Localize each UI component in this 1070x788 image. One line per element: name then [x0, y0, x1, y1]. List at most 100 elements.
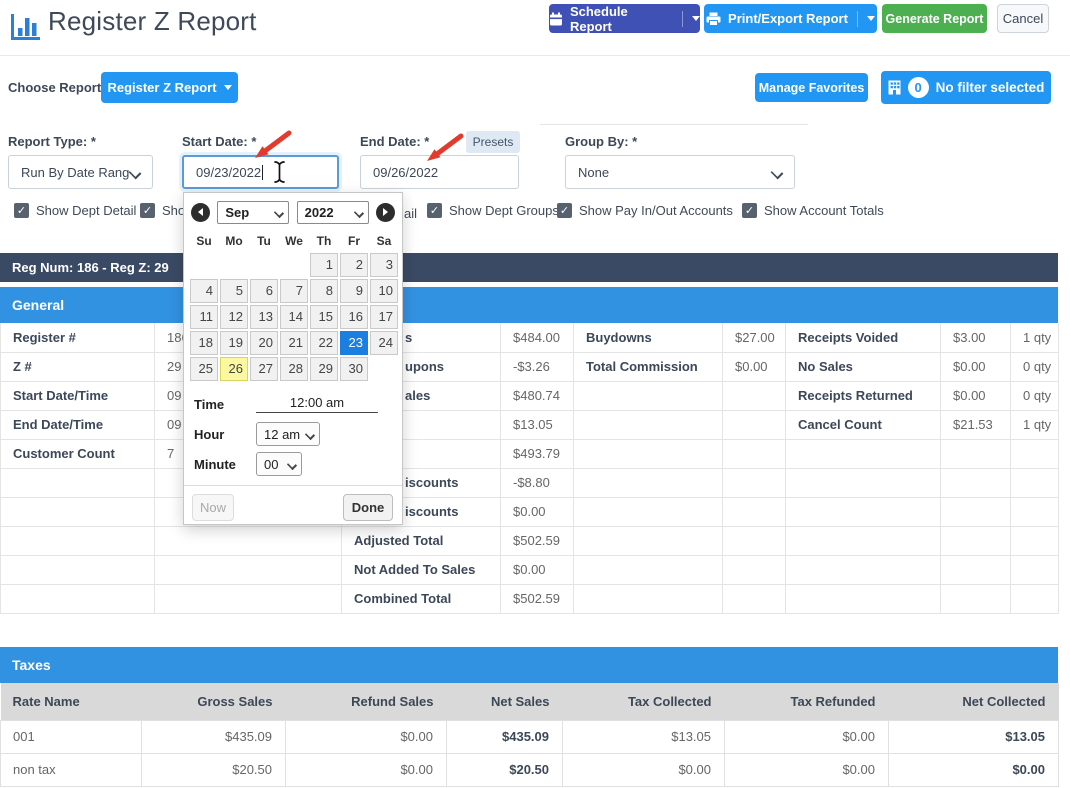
checkbox-box[interactable]: ✓: [427, 203, 442, 218]
checkbox-show-pay-in-out-accounts[interactable]: ✓ Show Pay In/Out Accounts: [557, 203, 733, 218]
calendar-day[interactable]: 17: [370, 305, 398, 329]
checkbox-box[interactable]: ✓: [742, 203, 757, 218]
start-date-input[interactable]: 09/23/2022: [182, 155, 339, 189]
general-value-cell: $0.00: [501, 555, 574, 584]
group-by-select[interactable]: None: [565, 155, 795, 189]
calendar-day[interactable]: 5: [220, 279, 248, 303]
calendar-day[interactable]: 14: [280, 305, 308, 329]
report-picker-button[interactable]: Register Z Report: [101, 72, 238, 103]
general-value-cell: $0.00: [941, 381, 1011, 410]
general-label-cell: Receipts Voided: [786, 323, 941, 352]
report-type-select[interactable]: Run By Date Rang: [8, 155, 153, 189]
checkbox-box[interactable]: ✓: [14, 203, 29, 218]
calendar-day[interactable]: 8: [310, 279, 338, 303]
chevron-down-icon[interactable]: [867, 16, 875, 21]
general-value-cell: [941, 439, 1011, 468]
general-value-cell: 1 qty: [1011, 410, 1059, 439]
general-label-cell: [574, 439, 723, 468]
end-date-label: End Date: *: [360, 134, 429, 149]
calendar-day[interactable]: 29: [310, 357, 338, 381]
hour-select[interactable]: 12 am: [256, 422, 320, 446]
calendar-day[interactable]: 3: [370, 253, 398, 277]
calendar-day[interactable]: 28: [280, 357, 308, 381]
chevron-down-icon[interactable]: [692, 16, 700, 21]
taxes-section-bar: Taxes: [0, 647, 1058, 683]
calendar-day[interactable]: 13: [250, 305, 278, 329]
general-label-cell: Z #: [1, 352, 155, 381]
calendar-day[interactable]: 22: [310, 331, 338, 355]
arrow-left-icon: [198, 208, 203, 216]
schedule-report-label: Schedule Report: [570, 4, 673, 34]
previous-month-button[interactable]: [191, 203, 210, 222]
end-date-input[interactable]: 09/26/2022: [360, 155, 519, 189]
calendar-day[interactable]: 20: [250, 331, 278, 355]
general-label-cell: [786, 526, 941, 555]
calendar-day[interactable]: 12: [220, 305, 248, 329]
chevron-down-icon: [287, 460, 297, 470]
group-by-value: None: [578, 165, 609, 180]
checkbox-show-dept-detail[interactable]: ✓Show Dept Detail: [14, 203, 136, 218]
register-z-report-page: Register Z Report Schedule Report Print/…: [0, 0, 1070, 788]
button-divider: [857, 11, 858, 27]
checkbox-box[interactable]: ✓: [140, 203, 155, 218]
checkbox-sho[interactable]: ✓Sho: [140, 203, 185, 218]
day-of-week-header: Tu: [250, 231, 278, 251]
calendar-day[interactable]: 6: [250, 279, 278, 303]
generate-report-label: Generate Report: [886, 12, 984, 26]
done-button[interactable]: Done: [343, 494, 393, 521]
manage-favorites-button[interactable]: Manage Favorites: [755, 73, 868, 102]
now-button[interactable]: Now: [192, 494, 234, 521]
month-select[interactable]: Sep: [217, 201, 289, 224]
checkbox-box[interactable]: ✓: [557, 203, 572, 218]
calendar-day[interactable]: 23: [340, 331, 368, 355]
general-value-cell: $502.59: [501, 526, 574, 555]
calendar-day[interactable]: 16: [340, 305, 368, 329]
calendar-day[interactable]: 15: [310, 305, 338, 329]
cancel-button[interactable]: Cancel: [997, 4, 1049, 33]
minute-select[interactable]: 00: [256, 452, 302, 476]
checkbox-label: Show Pay In/Out Accounts: [579, 203, 733, 218]
print-export-button[interactable]: Print/Export Report: [704, 4, 877, 33]
calendar-day[interactable]: 11: [190, 305, 218, 329]
taxes-value-cell: $20.50: [142, 753, 286, 786]
general-value-cell: $0.00: [501, 497, 574, 526]
filter-button[interactable]: 0 No filter selected: [881, 71, 1051, 104]
generate-report-button[interactable]: Generate Report: [882, 4, 987, 33]
calendar-day[interactable]: 10: [370, 279, 398, 303]
calendar-day[interactable]: 7: [280, 279, 308, 303]
calendar-day[interactable]: 4: [190, 279, 218, 303]
calendar-day[interactable]: 26: [220, 357, 248, 381]
schedule-report-button[interactable]: Schedule Report: [549, 4, 700, 33]
calendar-day[interactable]: 9: [340, 279, 368, 303]
end-date-value: 09/26/2022: [373, 165, 438, 180]
calendar-day[interactable]: 21: [280, 331, 308, 355]
table-row: Not Added To Sales$0.00: [1, 555, 1059, 584]
year-select[interactable]: 2022: [297, 201, 369, 224]
year-value: 2022: [305, 205, 334, 220]
report-type-value: Run By Date Rang: [21, 165, 129, 180]
calendar-day[interactable]: 24: [370, 331, 398, 355]
general-value-cell: [723, 439, 786, 468]
calendar-day[interactable]: 30: [340, 357, 368, 381]
general-value-cell: [1011, 497, 1059, 526]
report-type-label: Report Type: *: [8, 134, 96, 149]
checkbox-show-dept-groups[interactable]: ✓Show Dept Groups: [427, 203, 559, 218]
general-value-cell: 0 qty: [1011, 381, 1059, 410]
table-row: Register #186s$484.00Buydowns$27.00Recei…: [1, 323, 1059, 352]
calendar-day[interactable]: 1: [310, 253, 338, 277]
register-header-bar: Reg Num: 186 - Reg Z: 29: [0, 253, 1058, 282]
checkbox-show-account-totals[interactable]: ✓Show Account Totals: [742, 203, 884, 218]
next-month-button[interactable]: [376, 203, 395, 222]
panel-border-segment: [540, 124, 808, 125]
general-section-title: General: [12, 297, 64, 313]
calendar-day[interactable]: 18: [190, 331, 218, 355]
calendar-day[interactable]: 2: [340, 253, 368, 277]
presets-button[interactable]: Presets: [466, 131, 520, 153]
taxes-header-cell: Gross Sales: [142, 683, 286, 720]
general-value-cell: [1011, 439, 1059, 468]
calendar-day[interactable]: 25: [190, 357, 218, 381]
calendar-day[interactable]: 27: [250, 357, 278, 381]
general-label-cell: Not Added To Sales: [342, 555, 501, 584]
calendar-day[interactable]: 19: [220, 331, 248, 355]
check-icon: ✓: [143, 205, 152, 216]
